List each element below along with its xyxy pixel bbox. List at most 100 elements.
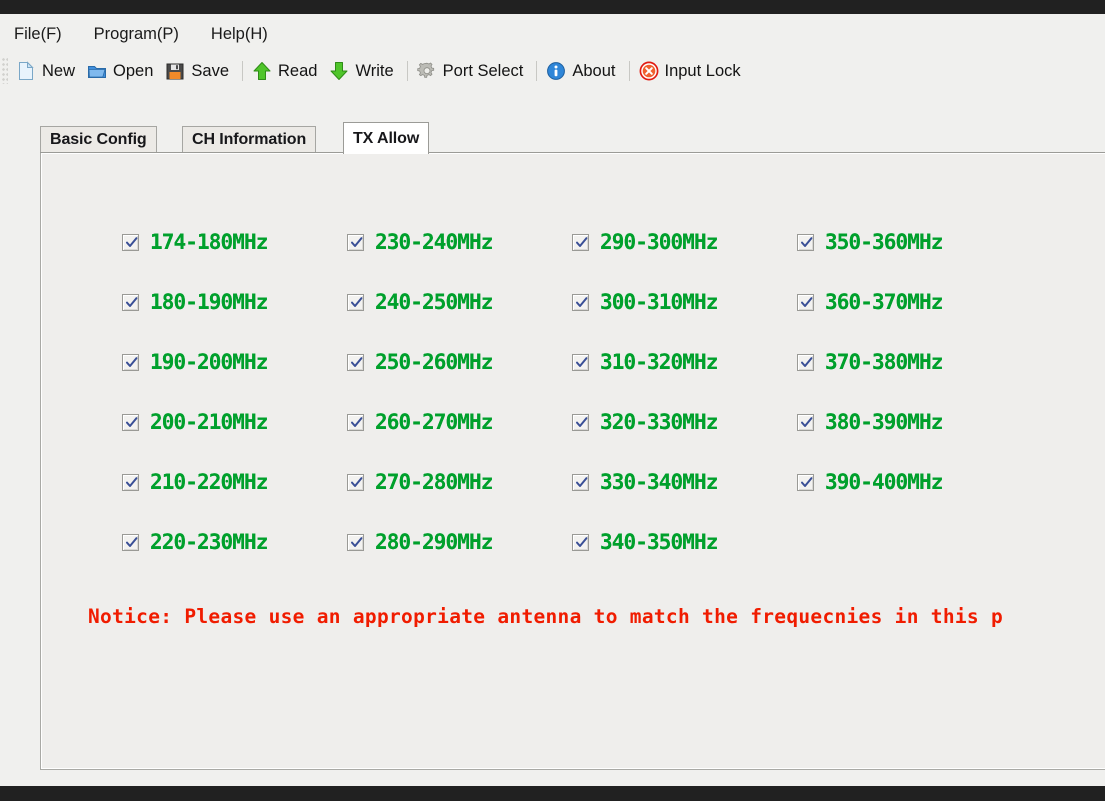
band-checkbox-330-340[interactable]: 330-340MHz: [572, 470, 718, 494]
input-lock-button[interactable]: Input Lock: [635, 59, 749, 83]
band-row: 220-230MHz 280-290MHz 340-350MHz: [122, 530, 1105, 590]
menu-item-help[interactable]: Help(H): [211, 23, 278, 46]
checkbox-checked-icon[interactable]: [347, 293, 364, 311]
band-checkbox-250-260[interactable]: 250-260MHz: [347, 350, 493, 374]
checkbox-checked-icon[interactable]: [797, 473, 814, 491]
band-checkbox-350-360[interactable]: 350-360MHz: [797, 230, 943, 254]
port-select-button[interactable]: Port Select: [413, 59, 532, 83]
tab-ch-information[interactable]: CH Information: [182, 126, 317, 152]
band-checkbox-180-190[interactable]: 180-190MHz: [122, 290, 268, 314]
band-label: 260-270MHz: [375, 410, 493, 434]
checkbox-checked-icon[interactable]: [797, 413, 814, 431]
checkbox-checked-icon[interactable]: [122, 233, 139, 251]
toolbar-separator: [536, 61, 538, 81]
write-button-label: Write: [355, 61, 394, 80]
band-label: 270-280MHz: [375, 470, 493, 494]
band-checkbox-370-380[interactable]: 370-380MHz: [797, 350, 943, 374]
band-label: 210-220MHz: [150, 470, 268, 494]
band-checkbox-210-220[interactable]: 210-220MHz: [122, 470, 268, 494]
tab-basic-config[interactable]: Basic Config: [40, 126, 157, 152]
new-button-label: New: [42, 61, 76, 80]
checkbox-checked-icon[interactable]: [122, 473, 139, 491]
band-checkbox-340-350[interactable]: 340-350MHz: [572, 530, 718, 554]
gear-icon: [416, 61, 437, 81]
read-button[interactable]: Read: [248, 59, 325, 83]
checkbox-checked-icon[interactable]: [572, 533, 589, 551]
checkbox-checked-icon[interactable]: [347, 413, 364, 431]
band-checkbox-360-370[interactable]: 360-370MHz: [797, 290, 943, 314]
input-lock-button-label: Input Lock: [664, 61, 741, 80]
band-row: 180-190MHz 240-250MHz 300-310MHz 360-370…: [122, 290, 1105, 350]
band-label: 370-380MHz: [825, 350, 943, 374]
band-label: 290-300MHz: [600, 230, 718, 254]
toolbar-separator: [406, 61, 408, 81]
checkbox-checked-icon[interactable]: [572, 293, 589, 311]
checkbox-checked-icon[interactable]: [797, 353, 814, 371]
band-checkbox-200-210[interactable]: 200-210MHz: [122, 410, 268, 434]
band-checkbox-310-320[interactable]: 310-320MHz: [572, 350, 718, 374]
band-label: 174-180MHz: [150, 230, 268, 254]
band-label: 360-370MHz: [825, 290, 943, 314]
band-checkbox-300-310[interactable]: 300-310MHz: [572, 290, 718, 314]
checkbox-checked-icon[interactable]: [122, 353, 139, 371]
band-label: 380-390MHz: [825, 410, 943, 434]
green-up-arrow-icon: [252, 61, 272, 81]
open-folder-icon: [87, 61, 107, 81]
open-button-label: Open: [113, 61, 154, 80]
band-label: 390-400MHz: [825, 470, 943, 494]
green-down-arrow-icon: [329, 61, 349, 81]
open-button[interactable]: Open: [83, 59, 161, 83]
read-button-label: Read: [278, 61, 318, 80]
checkbox-checked-icon[interactable]: [122, 413, 139, 431]
band-checkbox-390-400[interactable]: 390-400MHz: [797, 470, 943, 494]
toolbar: New Open Save Read Write Port Select Abo…: [0, 54, 1105, 88]
band-checkbox-260-270[interactable]: 260-270MHz: [347, 410, 493, 434]
tab-tx-allow[interactable]: TX Allow: [343, 122, 430, 154]
checkbox-checked-icon[interactable]: [122, 293, 139, 311]
band-checkbox-grid: 174-180MHz 230-240MHz 290-300MHz 350-360…: [122, 230, 1105, 590]
about-button[interactable]: About: [542, 59, 623, 83]
band-label: 340-350MHz: [600, 530, 718, 554]
checkbox-checked-icon[interactable]: [797, 233, 814, 251]
band-checkbox-270-280[interactable]: 270-280MHz: [347, 470, 493, 494]
band-checkbox-230-240[interactable]: 230-240MHz: [347, 230, 493, 254]
band-checkbox-240-250[interactable]: 240-250MHz: [347, 290, 493, 314]
band-row: 210-220MHz 270-280MHz 330-340MHz 390-400…: [122, 470, 1105, 530]
checkbox-checked-icon[interactable]: [572, 353, 589, 371]
write-button[interactable]: Write: [325, 59, 401, 83]
toolbar-separator: [242, 61, 243, 81]
band-label: 220-230MHz: [150, 530, 268, 554]
new-button[interactable]: New: [12, 59, 83, 83]
checkbox-checked-icon[interactable]: [572, 413, 589, 431]
band-label: 280-290MHz: [375, 530, 493, 554]
band-checkbox-280-290[interactable]: 280-290MHz: [347, 530, 493, 554]
toolbar-drag-handle[interactable]: [2, 58, 8, 84]
checkbox-checked-icon[interactable]: [572, 233, 589, 251]
band-checkbox-174-180[interactable]: 174-180MHz: [122, 230, 268, 254]
app-window: File(F) Program(P) Help(H) New Open Save…: [0, 0, 1105, 801]
band-checkbox-290-300[interactable]: 290-300MHz: [572, 230, 718, 254]
band-checkbox-320-330[interactable]: 320-330MHz: [572, 410, 718, 434]
band-label: 300-310MHz: [600, 290, 718, 314]
checkbox-checked-icon[interactable]: [797, 293, 814, 311]
band-label: 330-340MHz: [600, 470, 718, 494]
checkbox-checked-icon[interactable]: [347, 533, 364, 551]
checkbox-checked-icon[interactable]: [122, 533, 139, 551]
menu-item-program[interactable]: Program(P): [94, 23, 189, 46]
tab-strip: Basic Config CH Information TX Allow: [40, 122, 1105, 154]
checkbox-checked-icon[interactable]: [572, 473, 589, 491]
band-checkbox-220-230[interactable]: 220-230MHz: [122, 530, 268, 554]
checkbox-checked-icon[interactable]: [347, 353, 364, 371]
checkbox-checked-icon[interactable]: [347, 473, 364, 491]
menu-item-file[interactable]: File(F): [14, 23, 72, 46]
band-label: 190-200MHz: [150, 350, 268, 374]
band-label: 320-330MHz: [600, 410, 718, 434]
band-checkbox-380-390[interactable]: 380-390MHz: [797, 410, 943, 434]
band-label: 200-210MHz: [150, 410, 268, 434]
antenna-notice-text: Notice: Please use an appropriate antenn…: [88, 605, 1004, 628]
save-button[interactable]: Save: [161, 59, 237, 83]
checkbox-checked-icon[interactable]: [347, 233, 364, 251]
red-x-circle-icon: [639, 61, 659, 81]
band-checkbox-190-200[interactable]: 190-200MHz: [122, 350, 268, 374]
band-label: 240-250MHz: [375, 290, 493, 314]
